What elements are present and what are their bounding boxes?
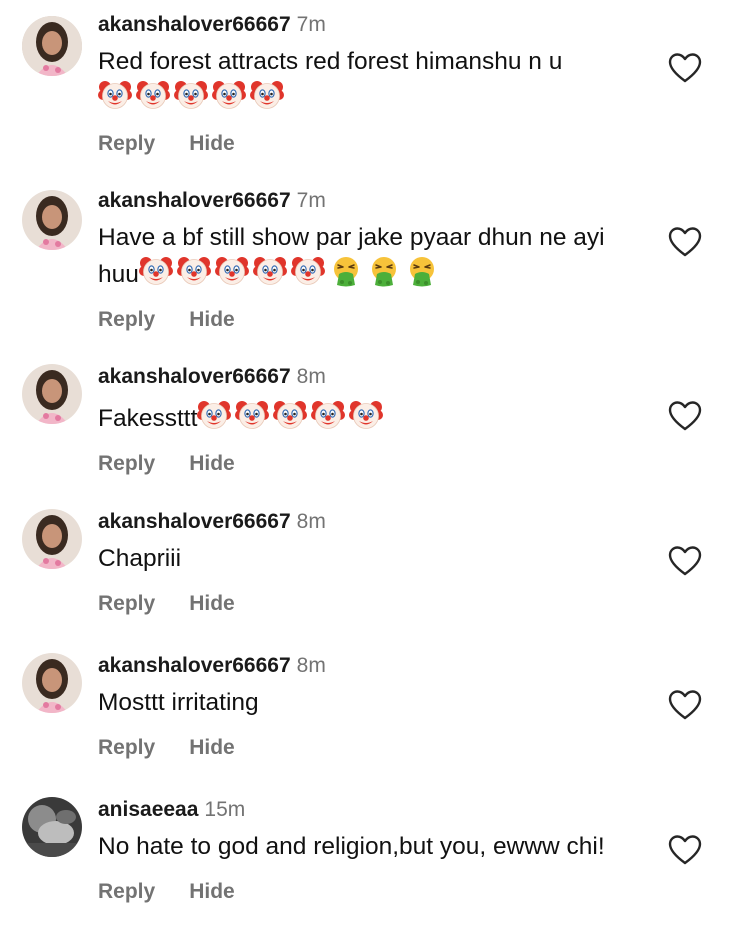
username[interactable]: akanshalover66667 [98,13,291,36]
timestamp: 15m [204,798,246,821]
reply-button[interactable]: Reply [98,451,155,477]
username[interactable]: akanshalover66667 [98,365,291,388]
vomiting-face-icon [367,254,401,288]
comment-text-content: Fakessttt [98,405,198,432]
clown-face-icon [235,398,270,432]
reply-button[interactable]: Reply [98,735,155,761]
comment-meta: anisaeeaa 15m [98,797,648,823]
comment-actions: Reply Hide [98,451,648,477]
hide-button[interactable]: Hide [189,451,235,477]
comment-actions: Reply Hide [98,307,648,333]
avatar[interactable] [22,797,82,857]
reply-button[interactable]: Reply [98,879,155,905]
clown-face-icon [290,254,325,288]
timestamp: 8m [296,654,326,677]
comment-body: akanshalover66667 7m Have a bf still show… [98,188,648,333]
hide-button[interactable]: Hide [189,879,235,905]
clown-face-icon [252,254,287,288]
heart-outline-icon[interactable] [668,52,702,84]
hide-button[interactable]: Hide [189,591,235,617]
heart-outline-icon[interactable] [668,226,702,258]
username[interactable]: akanshalover66667 [98,654,291,677]
timestamp: 8m [296,365,326,388]
comment-meta: akanshalover66667 7m [98,188,648,214]
comment-meta: akanshalover66667 8m [98,364,648,390]
clown-face-icon [138,254,173,288]
avatar[interactable] [22,364,82,424]
hide-button[interactable]: Hide [189,307,235,333]
comment-actions: Reply Hide [98,735,648,761]
comment-text: Fakessttt [98,398,648,435]
username[interactable]: akanshalover66667 [98,510,291,533]
vomiting-face-icon [405,254,439,288]
heart-outline-icon[interactable] [668,689,702,721]
emoji-row [98,81,288,112]
reply-button[interactable]: Reply [98,307,155,333]
heart-outline-icon[interactable] [668,545,702,577]
clown-face-icon [212,78,246,112]
vomiting-face-icon [329,254,363,288]
hide-button[interactable]: Hide [189,735,235,761]
clown-face-icon [136,78,170,112]
comment-actions: Reply Hide [98,879,648,905]
comment-meta: akanshalover66667 8m [98,509,648,535]
comment-text-content: Red forest attracts red forest himanshu … [98,48,563,75]
comment-actions: Reply Hide [98,591,648,617]
timestamp: 7m [296,13,326,36]
comment-text: No hate to god and religion,but you, eww… [98,831,648,863]
username[interactable]: akanshalover66667 [98,189,291,212]
avatar[interactable] [22,190,82,250]
timestamp: 8m [296,510,326,533]
avatar[interactable] [22,509,82,569]
clown-face-icon [176,254,211,288]
comment-meta: akanshalover66667 8m [98,653,648,679]
comment-text-content: Chapriii [98,545,182,572]
heart-outline-icon[interactable] [668,834,702,866]
clown-face-icon [174,78,208,112]
avatar[interactable] [22,653,82,713]
clown-face-icon [197,398,232,432]
clown-face-icon [250,78,284,112]
clown-face-icon [349,398,384,432]
comment-text: Have a bf still show par jake pyaar dhun… [98,222,648,291]
comment-actions: Reply Hide [98,131,648,157]
avatar[interactable] [22,16,82,76]
comment-text-content: No hate to god and religion,but you, eww… [98,833,605,860]
comment-body: akanshalover66667 8m Chapriii Reply Hide [98,509,648,617]
comment-body: akanshalover66667 8m Fakessttt Reply Hide [98,364,648,477]
comment-text: Chapriii [98,543,648,575]
clown-face-icon [311,398,346,432]
comment-text: Red forest attracts red forest himanshu … [98,46,648,115]
emoji-row [197,401,387,432]
comment-body: anisaeeaa 15m No hate to god and religion… [98,797,648,905]
username[interactable]: anisaeeaa [98,798,198,821]
comment-text-content: Mosttt irritating [98,689,259,716]
comment-text: Mosttt irritating [98,687,648,719]
comment-meta: akanshalover66667 7m [98,12,648,38]
comment-body: akanshalover66667 8m Mosttt irritating Re… [98,653,648,761]
comment-body: akanshalover66667 7m Red forest attracts … [98,12,648,157]
emoji-row [138,257,443,288]
reply-button[interactable]: Reply [98,591,155,617]
clown-face-icon [273,398,308,432]
hide-button[interactable]: Hide [189,131,235,157]
reply-button[interactable]: Reply [98,131,155,157]
timestamp: 7m [296,189,326,212]
clown-face-icon [98,78,132,112]
heart-outline-icon[interactable] [668,400,702,432]
clown-face-icon [214,254,249,288]
